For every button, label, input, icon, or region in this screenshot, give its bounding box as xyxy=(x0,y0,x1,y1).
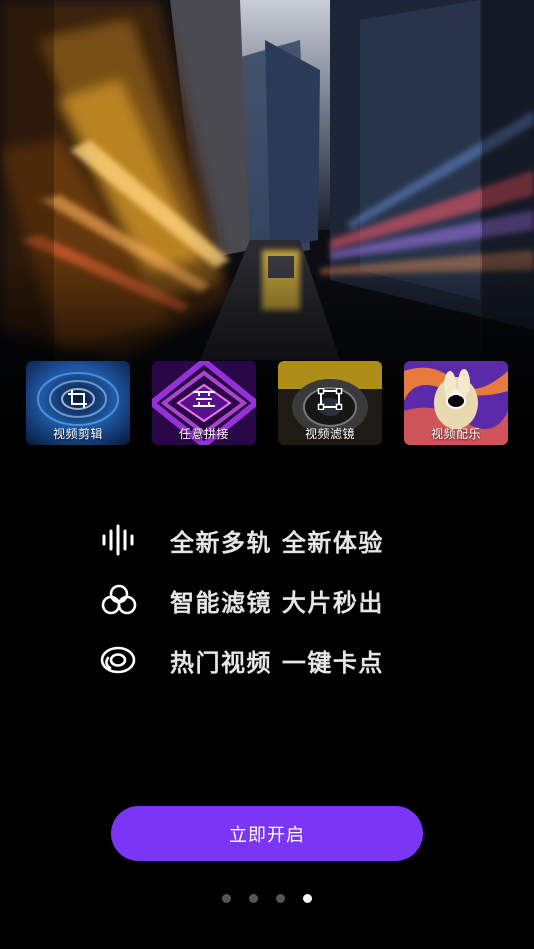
page-dot-4-active[interactable] xyxy=(303,894,312,903)
card-video-filter[interactable]: 视频滤镜 xyxy=(278,361,382,445)
feature-text: 全新多轨 全新体验 xyxy=(170,528,384,557)
feature-cards: 视频剪辑 任意拼接 视频滤镜 视频配乐 xyxy=(26,361,508,445)
card-label: 视频配乐 xyxy=(430,427,481,441)
feature-row-multitrack: 全新多轨 全新体验 xyxy=(100,510,460,570)
page-dot-2[interactable] xyxy=(249,894,258,903)
start-now-button[interactable]: 立即开启 xyxy=(111,806,423,861)
page-dot-3[interactable] xyxy=(276,894,285,903)
card-video-music[interactable]: 视频配乐 xyxy=(404,361,508,445)
card-label: 视频滤镜 xyxy=(304,427,355,441)
card-splice[interactable]: 任意拼接 xyxy=(152,361,256,445)
overlap-circles-icon xyxy=(101,584,137,615)
play-circle-icon xyxy=(100,646,136,674)
card-label: 任意拼接 xyxy=(178,427,229,441)
waveform-icon xyxy=(102,524,134,556)
feature-list: 全新多轨 全新体验 智能滤镜 大片秒出 热门视频 一键卡点 xyxy=(100,510,460,690)
page-indicator xyxy=(0,894,534,903)
feature-text: 智能滤镜 大片秒出 xyxy=(170,588,384,617)
feature-text: 热门视频 一键卡点 xyxy=(170,648,384,677)
filter-frame-icon xyxy=(317,388,343,410)
crop-icon xyxy=(68,390,87,408)
feature-row-hot-video: 热门视频 一键卡点 xyxy=(100,630,460,690)
splice-icon xyxy=(193,391,215,407)
music-icon xyxy=(446,388,466,409)
hero-city-image xyxy=(0,0,534,420)
feature-row-smart-filter: 智能滤镜 大片秒出 xyxy=(100,570,460,630)
card-video-edit[interactable]: 视频剪辑 xyxy=(26,361,130,445)
card-label: 视频剪辑 xyxy=(52,427,103,441)
page-dot-1[interactable] xyxy=(222,894,231,903)
